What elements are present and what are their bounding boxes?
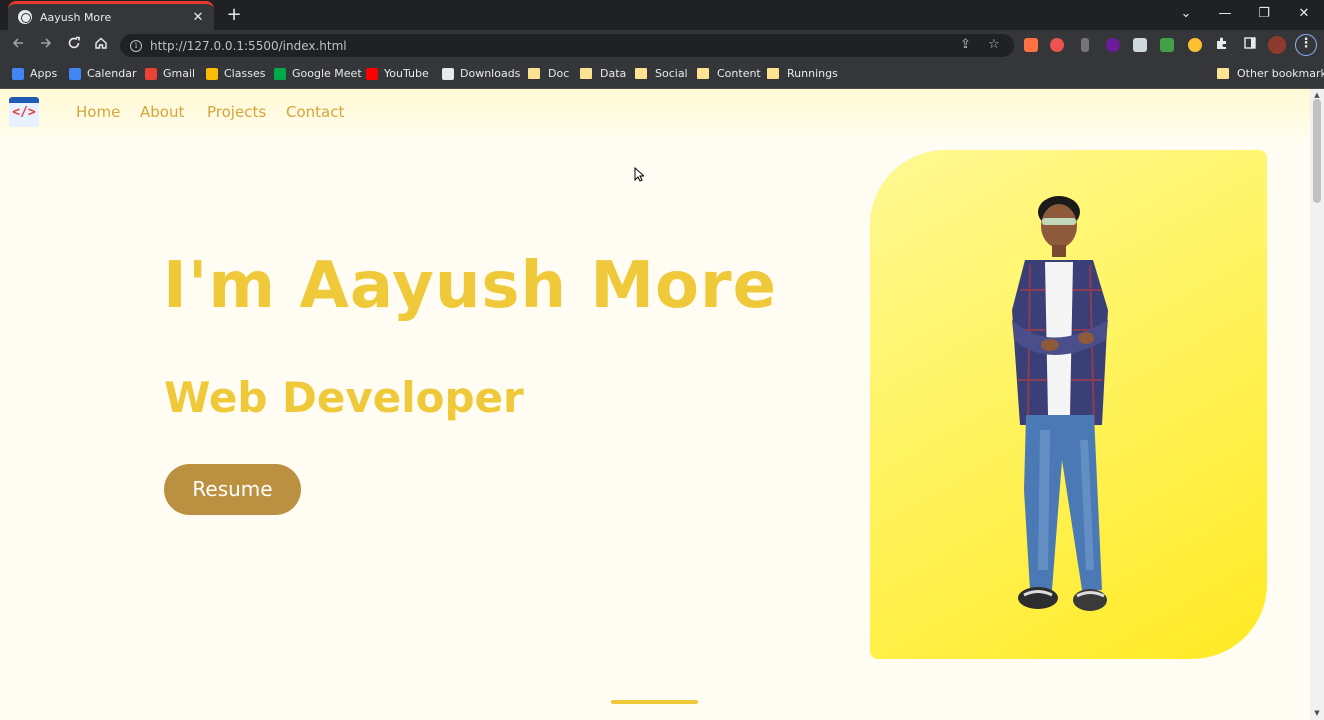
page-scrollbar[interactable]: ▲ ▼	[1310, 89, 1324, 720]
folder-icon	[697, 68, 709, 79]
resume-button[interactable]: Resume	[164, 464, 301, 515]
bookmark-star-icon[interactable]: ☆	[988, 37, 1000, 52]
extension-icon-4[interactable]	[1106, 38, 1120, 52]
bookmark-label: Calendar	[87, 67, 137, 80]
bookmark-label: Doc	[548, 67, 570, 80]
code-icon: </>	[12, 105, 36, 120]
forward-button[interactable]	[36, 36, 56, 56]
folder-icon	[635, 68, 647, 79]
bookmark-label: Apps	[30, 67, 58, 80]
bookmark-data[interactable]: Data	[580, 67, 626, 80]
bookmark-classes[interactable]: Classes	[206, 67, 265, 80]
scrollbar-thumb[interactable]	[1313, 99, 1321, 203]
folder-icon	[1217, 68, 1229, 79]
folder-icon	[580, 68, 592, 79]
extension-icon-2[interactable]	[1050, 38, 1064, 52]
bookmark-label: Data	[600, 67, 627, 80]
bookmark-runnings[interactable]: Runnings	[767, 67, 838, 80]
restore-button[interactable]: ❐	[1254, 5, 1274, 23]
gmail-icon	[145, 67, 157, 80]
other-bookmarks[interactable]: Other bookmarks	[1217, 67, 1324, 80]
site-logo[interactable]: </>	[9, 97, 39, 127]
apps-grid-icon	[12, 67, 24, 80]
bookmark-google-meet[interactable]: Google Meet	[274, 67, 362, 80]
extension-icon-6[interactable]	[1160, 38, 1174, 52]
arrow-left-icon	[12, 38, 23, 48]
scroll-indicator-line	[611, 700, 698, 704]
home-button[interactable]	[91, 36, 111, 56]
bookmark-youtube[interactable]: YouTube	[366, 67, 429, 80]
webpage-viewport: </> Home About Projects Contact I'm Aayu…	[0, 89, 1310, 720]
bookmark-label: Classes	[224, 67, 266, 80]
url-text: http://127.0.0.1:5500/index.html	[150, 38, 347, 53]
arrow-right-icon	[41, 38, 52, 48]
classroom-icon	[206, 67, 218, 80]
extension-icon-3[interactable]	[1081, 38, 1089, 52]
extension-icon-5[interactable]	[1133, 38, 1147, 52]
folder-icon	[528, 68, 540, 79]
bookmark-gmail[interactable]: Gmail	[145, 67, 195, 80]
globe-icon	[18, 10, 32, 24]
bookmarks-bar: Other bookmarks Apps Calendar Gmail Classes…	[0, 61, 1324, 89]
youtube-icon	[366, 67, 378, 80]
bookmark-label: Social	[655, 67, 688, 80]
tab-title: Aayush More	[40, 10, 112, 24]
site-header: </> Home About Projects Contact	[0, 89, 1310, 145]
reload-icon	[68, 36, 80, 49]
bookmark-social[interactable]: Social	[635, 67, 688, 80]
meet-icon	[274, 67, 286, 80]
calendar-icon	[69, 67, 81, 80]
tab-close-icon[interactable]: ✕	[190, 10, 206, 25]
nav-contact[interactable]: Contact	[286, 103, 344, 121]
side-panel-icon[interactable]	[1240, 36, 1260, 56]
extensions-puzzle-icon[interactable]	[1212, 36, 1232, 56]
new-tab-button[interactable]: +	[224, 5, 244, 25]
hero-subtitle: Web Developer	[164, 373, 524, 422]
mouse-cursor-icon	[634, 167, 644, 182]
close-window-button[interactable]: ✕	[1294, 5, 1314, 23]
tab-strip: Aayush More ✕ + ⌄ — ❐ ✕	[0, 0, 1324, 30]
logo-window-bar	[9, 97, 39, 103]
bookmark-label: Gmail	[163, 67, 196, 80]
back-button[interactable]	[8, 36, 28, 56]
minimize-button[interactable]: —	[1215, 5, 1235, 23]
profile-photo	[1012, 196, 1108, 611]
reload-button[interactable]	[64, 36, 84, 56]
profile-photo-card	[870, 150, 1267, 659]
download-icon	[442, 67, 454, 80]
extension-icon-1[interactable]	[1024, 38, 1038, 52]
share-icon[interactable]: ⇪	[960, 37, 971, 52]
nav-about[interactable]: About	[140, 103, 184, 121]
nav-home[interactable]: Home	[76, 103, 120, 121]
address-bar[interactable]: i http://127.0.0.1:5500/index.html ⇪ ☆	[120, 34, 1014, 57]
nav-projects[interactable]: Projects	[207, 103, 266, 121]
profile-avatar[interactable]	[1268, 36, 1286, 54]
bookmark-label: Downloads	[460, 67, 521, 80]
bookmark-label: YouTube	[384, 67, 429, 80]
tab-search-chevron-icon[interactable]: ⌄	[1176, 5, 1196, 23]
bookmark-downloads[interactable]: Downloads	[442, 67, 520, 80]
bookmark-content[interactable]: Content	[697, 67, 761, 80]
browser-toolbar: i http://127.0.0.1:5500/index.html ⇪ ☆ ⋮	[0, 30, 1324, 61]
folder-icon	[767, 68, 779, 79]
hero-title: I'm Aayush More	[163, 249, 777, 323]
bookmark-calendar[interactable]: Calendar	[69, 67, 136, 80]
scroll-up-arrow-icon[interactable]: ▲	[1310, 91, 1324, 99]
bookmark-label: Content	[717, 67, 761, 80]
scroll-down-arrow-icon[interactable]: ▼	[1310, 709, 1324, 717]
browser-tab[interactable]: Aayush More ✕	[8, 1, 214, 30]
bookmark-label: Runnings	[787, 67, 838, 80]
home-icon	[95, 37, 107, 49]
bookmark-doc[interactable]: Doc	[528, 67, 569, 80]
bookmark-label: Google Meet	[292, 67, 362, 80]
browser-menu-button[interactable]: ⋮	[1295, 34, 1317, 56]
bookmark-apps[interactable]: Apps	[12, 67, 57, 80]
site-info-icon[interactable]: i	[130, 39, 142, 52]
extension-icon-7[interactable]	[1188, 38, 1202, 52]
